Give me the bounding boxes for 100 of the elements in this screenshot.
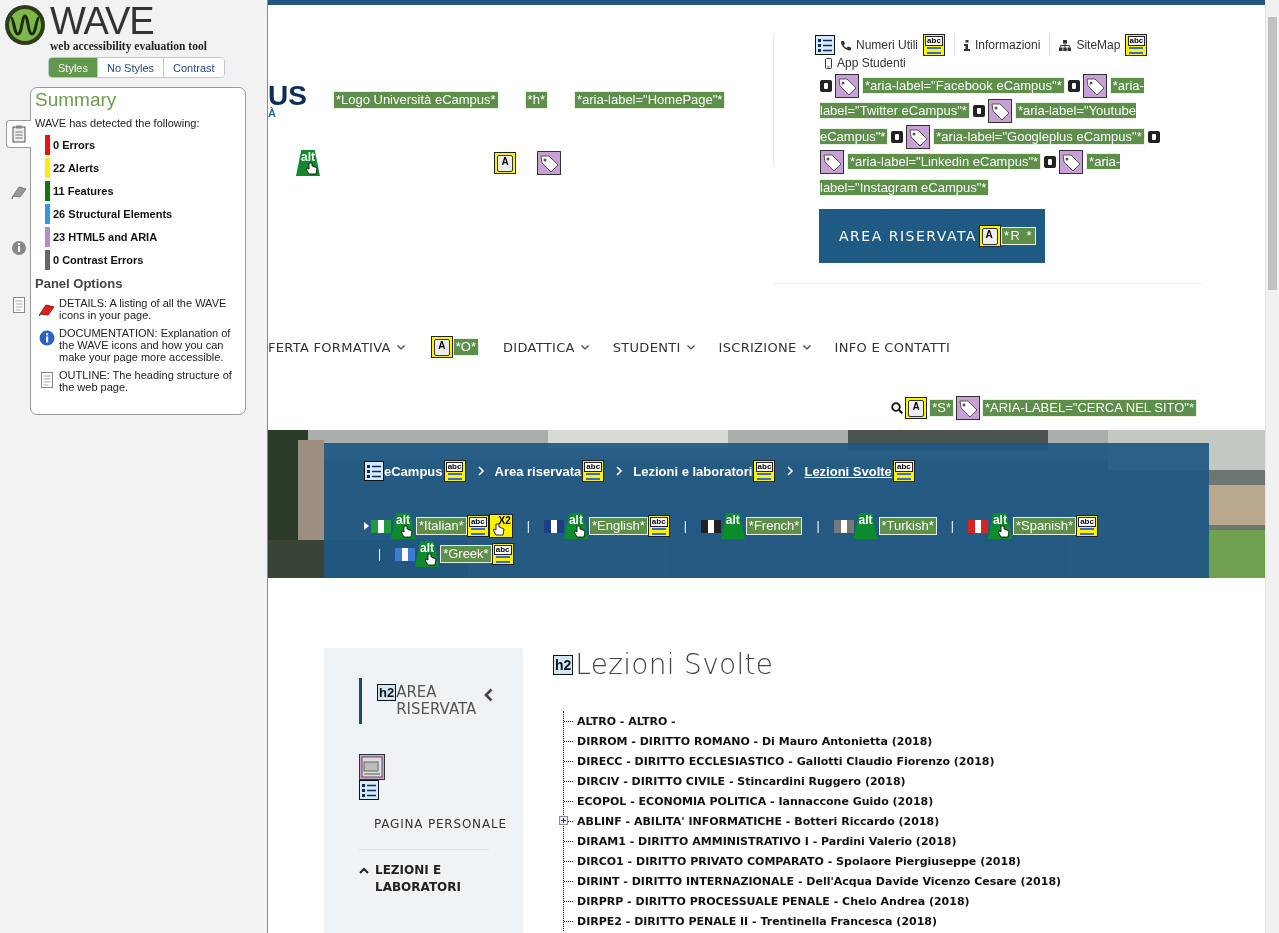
option-text: OUTLINE: The heading structure of the web page. [59, 369, 233, 393]
view-tab[interactable]: Contrast [163, 58, 224, 77]
list-icon [364, 461, 384, 481]
alt-icon: alt [720, 513, 745, 539]
tag-icon [835, 73, 859, 98]
option-text: DETAILS: A listing of all the WAVE icons in your page. [59, 297, 228, 321]
tree-item[interactable]: DIRCIV - DIRITTO CIVILE - Stincardini Ruggero (2018) [577, 774, 906, 788]
tree-item[interactable]: DIRPE2 - DIRITTO PENALE II - Trentinella Francesca (2018) [577, 914, 938, 928]
wave-label: *aria-label="HomePage"* [573, 91, 726, 109]
reserved-area-button[interactable]: AREA RISERVATA A *R * [819, 209, 1045, 264]
document-icon [10, 296, 27, 314]
info-icon [964, 39, 970, 51]
tag-icon [820, 150, 844, 175]
tree-item[interactable]: DIRINT - DIRITTO INTERNAZIONALE - Dell'Acqua Davide Vicenzo Cesare (2018) [577, 874, 1062, 888]
tag-icon [906, 124, 931, 149]
social-icon [1044, 156, 1057, 169]
tree-item[interactable]: DIRROM - DIRITTO ROMANO - Di Mauro Antonietta (2018) [577, 734, 933, 748]
menu-item[interactable]: ISCRIZIONE [718, 339, 811, 355]
info-icon [39, 330, 55, 346]
panel-options-title: Panel Options [35, 276, 124, 291]
expand-icon[interactable] [559, 816, 568, 825]
menu-item[interactable]: DIDATTICA [503, 339, 589, 355]
wave-label: *S* [929, 399, 954, 417]
scrollbar-thumb[interactable] [1268, 17, 1277, 290]
pipe-separator: | [683, 519, 687, 533]
summary-title: Summary [35, 89, 118, 111]
app-subtitle: web accessibility evaluation tool [50, 40, 207, 52]
sidebar-link[interactable]: PAGINA PERSONALE [374, 816, 523, 833]
tag-icon [1059, 150, 1084, 175]
tree-item[interactable]: DIRECC - DIRITTO ECCLESIASTICO - Gallotti Claudio Fiorenzo (2018) [577, 754, 995, 768]
count-label[interactable]: 0 Errors [53, 138, 96, 151]
caret-icon [359, 867, 369, 874]
page-title: Lezioni Svolte [575, 648, 774, 681]
side-tab[interactable] [6, 120, 31, 148]
option-text: DOCUMENTATION: Explanation of the WAVE icons and how you can make your page more accessible. [59, 327, 232, 363]
keyboard-icon: A [430, 336, 453, 358]
social-icon [891, 130, 904, 143]
keyboard-icon: A [978, 225, 1001, 248]
header-link[interactable]: Informazioni [975, 38, 1041, 52]
breadcrumb-link[interactable]: eCampus [384, 463, 443, 479]
tree-item[interactable]: DIRAM1 - DIRITTO AMMINISTRATIVO I - Pardini Valerio (2018) [577, 834, 957, 848]
abc-icon: abc [466, 515, 489, 537]
count-label[interactable]: 26 Structural Elements [53, 207, 173, 220]
count-label[interactable]: 0 Contrast Errors [53, 253, 144, 266]
chevron-left-icon[interactable] [484, 688, 493, 702]
tag-icon [956, 396, 980, 420]
abc-icon: abc [1076, 515, 1099, 537]
menu-item[interactable]: STUDENTI [612, 339, 695, 355]
sidebar-heading: AREA RISERVATA [396, 684, 477, 718]
breadcrumb-link[interactable]: Area riservata [494, 463, 582, 479]
social-icon [1067, 79, 1080, 92]
summary-intro: WAVE has detected the following: [35, 117, 201, 129]
sidebar-section[interactable]: LEZIONI E LABORATORI [359, 862, 523, 896]
info-icon [10, 239, 27, 257]
tree-item[interactable]: ALTRO - ALTRO - [577, 714, 676, 728]
wave-label: *Greek* [440, 545, 492, 563]
pipe-separator: | [950, 519, 954, 533]
phone-icon [840, 39, 851, 51]
tree-item[interactable]: DIRCO1 - DIRITTO PRIVATO COMPARATO - Spolaore Piergiuseppe (2018) [577, 854, 1021, 868]
count-label[interactable]: 22 Alerts [53, 161, 100, 174]
alt-icon: alt [391, 513, 415, 539]
clipboard-icon [11, 125, 27, 143]
tag-icon [537, 151, 561, 175]
menu-item[interactable]: FERTA FORMATIVA [268, 339, 405, 355]
tree-item[interactable]: ECOPOL - ECONOMIA POLITICA - Iannaccone Guido (2018) [577, 794, 934, 808]
wave-label: *Spanish* [1012, 517, 1077, 535]
mobile-icon [825, 57, 832, 69]
breadcrumb-link[interactable]: Lezioni e laboratori [633, 463, 753, 479]
pipe-separator: | [816, 519, 820, 533]
alt-icon: alt [563, 513, 588, 539]
pipe-separator: | [378, 547, 382, 561]
header-link[interactable]: SiteMap [1076, 38, 1121, 52]
list-icon [359, 780, 379, 800]
keyboard-icon: A [905, 397, 928, 419]
count-label[interactable]: 23 HTML5 and ARIA [53, 230, 158, 243]
wave-label: *R * [1000, 227, 1037, 246]
alt-icon: alt [987, 513, 1012, 539]
chevron-right-icon [787, 466, 795, 476]
social-icon [972, 105, 985, 118]
wave-label: *English* [588, 517, 648, 535]
tag-icon [987, 99, 1012, 124]
menu-item[interactable]: INFO E CONTATTI [834, 339, 951, 355]
count-label[interactable]: 11 Features [53, 184, 114, 197]
header-link[interactable]: Numeri Utili [856, 38, 918, 52]
abc-icon: abc [892, 460, 915, 482]
wave-label: *ARIA-LABEL="CERCA NEL SITO"* [982, 399, 1197, 417]
abc-icon: abc [753, 460, 776, 482]
wave-label: *O* [452, 338, 480, 356]
heading-icon: h2 [553, 654, 574, 675]
pipe-separator: | [526, 519, 530, 533]
chevron-right-icon [477, 466, 485, 476]
abc-icon: abc [582, 460, 605, 482]
wave-label: *h* [524, 91, 548, 109]
abc-icon: abc [923, 34, 945, 56]
header-link[interactable]: App Studenti [837, 56, 906, 70]
repeat-icon: X2 [488, 514, 513, 538]
tree-item[interactable]: ABLINF - ABILITA' INFORMATICHE - Botteri Riccardo (2018) [577, 814, 940, 828]
tag-icon [1082, 73, 1107, 98]
breadcrumb-link[interactable]: Lezioni Svolte [804, 463, 892, 479]
tree-item[interactable]: DIRPRP - DIRITTO PROCESSUALE PENALE - Chelo Andrea (2018) [577, 894, 970, 908]
